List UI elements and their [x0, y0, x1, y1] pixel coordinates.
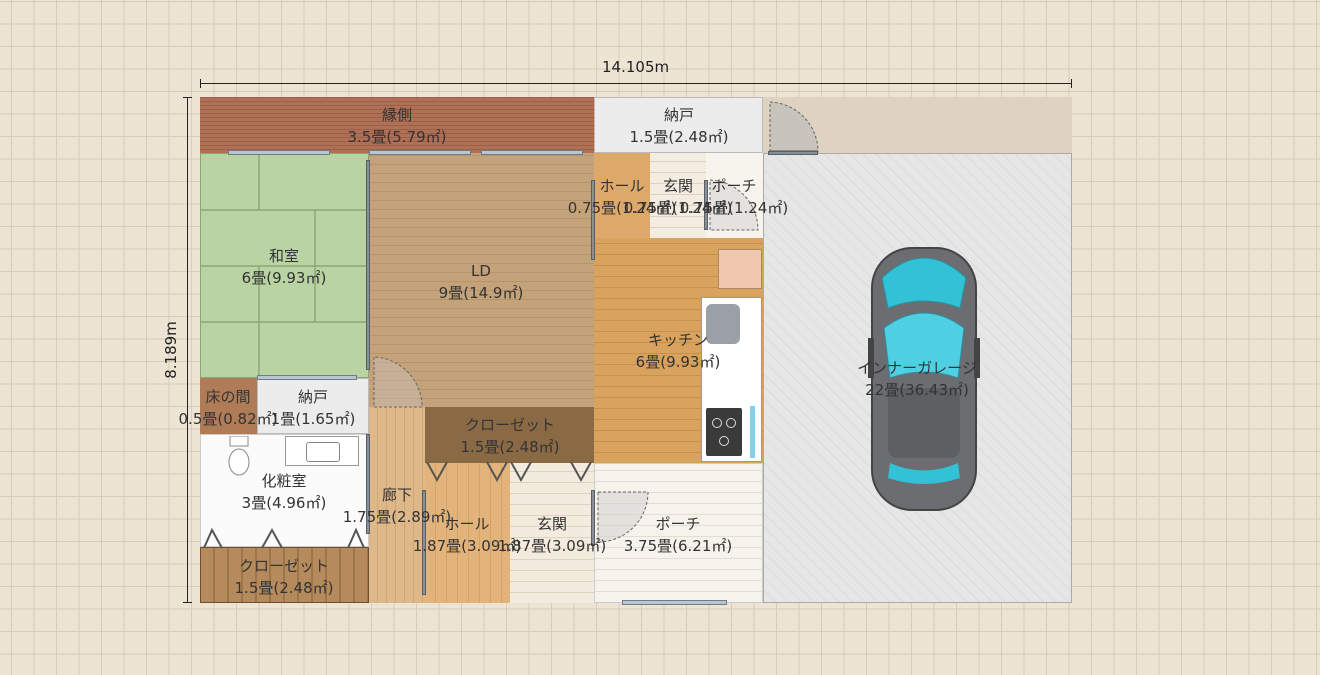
room-label-closet-bottom: クローゼット 1.5畳(2.48㎡): [234, 557, 334, 597]
room-label-garage: インナーガレージ 22畳(36.43㎡): [857, 359, 977, 399]
height-dimension-line: [187, 97, 188, 603]
wall-washitsu-ld: [366, 160, 370, 370]
room-label-engawa: 縁側 3.5畳(5.79㎡): [347, 106, 447, 146]
sink-basin: [306, 442, 340, 462]
height-dimension-tick-top: [183, 97, 192, 98]
closet-folding-door-bottom[interactable]: [200, 526, 369, 550]
room-label-closet-middle: クローゼット 1.5畳(2.48㎡): [460, 416, 560, 456]
room-label-porch-large: ポーチ 3.75畳(6.21㎡): [623, 515, 733, 555]
width-dimension-tick-right: [1071, 79, 1072, 88]
room-label-storage-top: 納戸 1.5畳(2.48㎡): [629, 106, 729, 146]
window-engawa-1: [228, 150, 330, 155]
room-label-porch-small: ポーチ 0.75畳(1.24㎡): [679, 177, 789, 217]
room-label-powder-room: 化粧室 3畳(4.96㎡): [241, 472, 327, 512]
window-washitsu-bottom: [257, 375, 357, 380]
sink-counter: [285, 436, 359, 466]
width-dimension-line: [200, 83, 1072, 84]
window-engawa-2: [369, 150, 471, 155]
room-label-washitsu: 和室 6畳(9.93㎡): [241, 247, 327, 287]
door-swing-ld[interactable]: [372, 355, 424, 411]
door-swing-top-garage[interactable]: [768, 100, 820, 156]
room-label-tokonoma: 床の間 0.5畳(0.82㎡): [178, 388, 278, 428]
height-dimension-label: 8.189m: [161, 321, 180, 379]
exhaust-vent: [750, 406, 755, 458]
room-label-genkan-large: 玄関 1.87畳(3.09㎡): [497, 515, 607, 555]
width-dimension-tick-left: [200, 79, 201, 88]
room-label-ld: LD 9畳(14.9㎡): [438, 262, 524, 302]
cooktop-icon: [706, 408, 742, 456]
window-engawa-3: [481, 150, 583, 155]
width-dimension-label: 14.105m: [602, 58, 670, 76]
window-porch-bottom: [622, 600, 727, 605]
kitchen-counter: [701, 297, 762, 462]
closet-folding-door-middle[interactable]: [425, 460, 594, 484]
height-dimension-tick-bottom: [183, 602, 192, 603]
fridge-icon: [718, 249, 762, 289]
room-label-kitchen: キッチン 6畳(9.93㎡): [635, 331, 721, 371]
room-label-storage-small: 納戸 1畳(1.65㎡): [270, 388, 356, 428]
wall-garage-top: [768, 151, 818, 155]
